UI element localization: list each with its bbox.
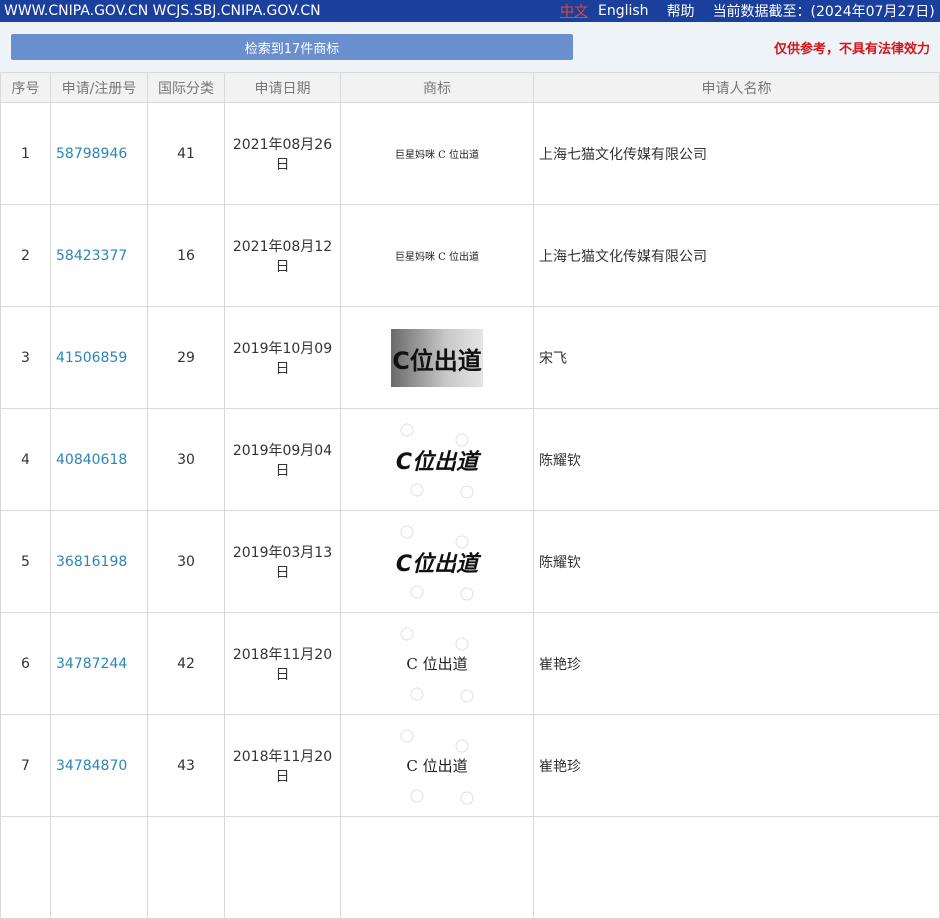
header-reg-no: 申请/注册号 xyxy=(50,72,148,103)
trademark-image-text: 巨星妈咪 C 位出道 xyxy=(394,251,479,263)
cell-mark: C 位出道 xyxy=(340,612,534,715)
cell-seq: 7 xyxy=(0,714,51,817)
cell-seq: 1 xyxy=(0,102,51,205)
cell-applicant: 陈耀钦 xyxy=(533,408,940,511)
cell-mark xyxy=(340,816,534,919)
cell-seq: 6 xyxy=(0,612,51,715)
help-link[interactable]: 帮助 xyxy=(667,1,695,21)
lang-zh-link[interactable]: 中文 xyxy=(560,1,588,21)
cell-class: 30 xyxy=(147,408,225,511)
cell-date: 2021年08月12日 xyxy=(224,204,341,307)
cell-seq: 4 xyxy=(0,408,51,511)
table-row: 2 58423377 16 2021年08月12日 巨星妈咪 C 位出道 上海七… xyxy=(0,204,940,307)
trademark-image-text: C位出道 xyxy=(396,551,482,577)
trademark-image-text: C 位出道 xyxy=(406,655,468,673)
table-row: 5 36816198 30 2019年03月13日 C位出道 陈耀钦 xyxy=(0,510,940,613)
table-row xyxy=(0,816,940,919)
trademark-image: C位出道 xyxy=(391,328,483,387)
cell-applicant: 崔艳珍 xyxy=(533,714,940,817)
cell-reg-no-link[interactable]: 58798946 xyxy=(50,102,148,205)
cell-date: 2019年10月09日 xyxy=(224,306,341,409)
cell-reg-no-link[interactable]: 40840618 xyxy=(50,408,148,511)
cell-seq: 3 xyxy=(0,306,51,409)
cell-class: 42 xyxy=(147,612,225,715)
cell-applicant: 崔艳珍 xyxy=(533,612,940,715)
top-right-menu: 中文 English 帮助 当前数据截至：(2024年07月27日) xyxy=(560,0,935,22)
cell-mark: C 位出道 xyxy=(340,714,534,817)
trademark-image-text: C位出道 xyxy=(396,449,482,475)
header-mark: 商标 xyxy=(340,72,534,103)
trademark-image-text: C 位出道 xyxy=(406,757,468,775)
header-applicant: 申请人名称 xyxy=(533,72,940,103)
cell-reg-no-link[interactable]: 34787244 xyxy=(50,612,148,715)
trademark-image: C位出道 xyxy=(387,412,487,508)
trademark-image: C 位出道 xyxy=(387,718,487,814)
cell-seq xyxy=(0,816,51,919)
search-summary-bar: 检索到17件商标 仅供参考，不具有法律效力 xyxy=(0,22,940,72)
trademark-image-text: C位出道 xyxy=(392,347,482,375)
header-date: 申请日期 xyxy=(224,72,341,103)
cell-seq: 2 xyxy=(0,204,51,307)
cell-mark: C位出道 xyxy=(340,408,534,511)
site-links[interactable]: WWW.CNIPA.GOV.CN WCJS.SBJ.CNIPA.GOV.CN xyxy=(0,3,321,19)
cell-mark: 巨星妈咪 C 位出道 xyxy=(340,204,534,307)
cell-seq: 5 xyxy=(0,510,51,613)
cell-mark: C位出道 xyxy=(340,306,534,409)
table-header-row: 序号 申请/注册号 国际分类 申请日期 商标 申请人名称 xyxy=(0,72,940,103)
cell-date: 2019年03月13日 xyxy=(224,510,341,613)
result-count-button[interactable]: 检索到17件商标 xyxy=(11,34,573,60)
cell-reg-no-link[interactable]: 34784870 xyxy=(50,714,148,817)
cell-applicant: 宋飞 xyxy=(533,306,940,409)
cell-class: 30 xyxy=(147,510,225,613)
cell-reg-no-link[interactable] xyxy=(50,816,148,919)
table-row: 1 58798946 41 2021年08月26日 巨星妈咪 C 位出道 上海七… xyxy=(0,102,940,205)
table-row: 4 40840618 30 2019年09月04日 C位出道 陈耀钦 xyxy=(0,408,940,511)
cell-applicant: 上海七猫文化传媒有限公司 xyxy=(533,102,940,205)
trademark-image-text: 巨星妈咪 C 位出道 xyxy=(394,149,479,161)
cell-class: 41 xyxy=(147,102,225,205)
disclaimer: 仅供参考，不具有法律效力 xyxy=(773,42,930,57)
cell-applicant: 上海七猫文化传媒有限公司 xyxy=(533,204,940,307)
cell-applicant: 陈耀钦 xyxy=(533,510,940,613)
cell-class: 29 xyxy=(147,306,225,409)
trademark-image: C位出道 xyxy=(387,514,487,610)
cell-mark: 巨星妈咪 C 位出道 xyxy=(340,102,534,205)
cell-class xyxy=(147,816,225,919)
cell-date xyxy=(224,816,341,919)
trademark-image: C 位出道 xyxy=(387,616,487,712)
header-seq: 序号 xyxy=(0,72,51,103)
cell-date: 2018年11月20日 xyxy=(224,714,341,817)
data-date: 当前数据截至：(2024年07月27日) xyxy=(712,4,935,20)
header-class: 国际分类 xyxy=(147,72,225,103)
cell-date: 2018年11月20日 xyxy=(224,612,341,715)
table-row: 6 34787244 42 2018年11月20日 C 位出道 崔艳珍 xyxy=(0,612,940,715)
cell-date: 2021年08月26日 xyxy=(224,102,341,205)
lang-en-link[interactable]: English xyxy=(598,3,649,19)
cell-reg-no-link[interactable]: 41506859 xyxy=(50,306,148,409)
cell-date: 2019年09月04日 xyxy=(224,408,341,511)
cell-class: 43 xyxy=(147,714,225,817)
cell-mark: C位出道 xyxy=(340,510,534,613)
results-table: 序号 申请/注册号 国际分类 申请日期 商标 申请人名称 1 58798946 … xyxy=(0,72,940,919)
cell-applicant xyxy=(533,816,940,919)
cell-reg-no-link[interactable]: 36816198 xyxy=(50,510,148,613)
cell-reg-no-link[interactable]: 58423377 xyxy=(50,204,148,307)
table-row: 7 34784870 43 2018年11月20日 C 位出道 崔艳珍 xyxy=(0,714,940,817)
cell-class: 16 xyxy=(147,204,225,307)
top-bar: WWW.CNIPA.GOV.CN WCJS.SBJ.CNIPA.GOV.CN 中… xyxy=(0,0,940,22)
table-row: 3 41506859 29 2019年10月09日 C位出道 宋飞 xyxy=(0,306,940,409)
